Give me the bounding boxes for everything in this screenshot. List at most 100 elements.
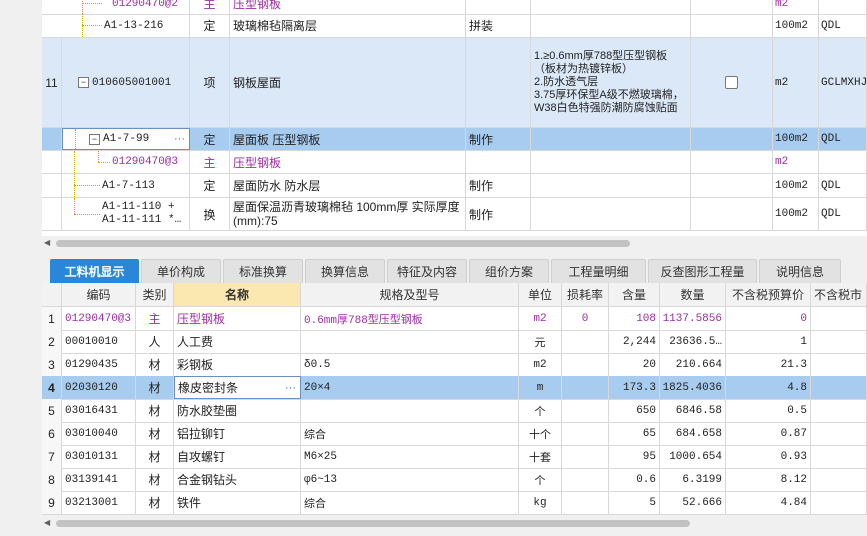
row-index[interactable]: 6 (42, 422, 62, 445)
cell-cat[interactable]: 人 (136, 330, 174, 353)
scroll-left-icon[interactable]: ◀ (44, 517, 50, 529)
more-icon[interactable]: ··· (174, 133, 185, 145)
cell-price[interactable]: 0.93 (726, 445, 811, 468)
cell-spec[interactable] (301, 399, 519, 422)
tree-row-active[interactable]: − A1-7-99 ··· 定 屋面板 压型钢板 制作 100m2 QDL (42, 128, 867, 151)
tab-unit-price[interactable]: 单价构成 (141, 259, 221, 283)
cell-price[interactable]: 0.5 (726, 399, 811, 422)
cell-qty[interactable]: 2,244 (609, 330, 660, 353)
cell-market[interactable] (811, 399, 867, 422)
row-index[interactable]: 4 (42, 376, 62, 399)
cell-loss[interactable] (562, 330, 609, 353)
cell-spec[interactable]: φ6~13 (301, 468, 519, 491)
col-category[interactable]: 类别 (136, 283, 174, 306)
cell-code[interactable]: 01290470@3 (62, 307, 136, 330)
collapse-icon[interactable]: − (78, 77, 89, 88)
cell-amount[interactable]: 1137.5856 (660, 307, 726, 330)
cell-amount[interactable]: 52.666 (660, 491, 726, 514)
cell-qty[interactable]: 5 (609, 491, 660, 514)
cell-code[interactable]: 00010010 (62, 330, 136, 353)
cell-loss[interactable] (562, 422, 609, 445)
cell-name[interactable]: 自攻螺钉 (174, 445, 301, 468)
cell-unit[interactable]: m2 (519, 353, 562, 376)
cell-qty[interactable]: 650 (609, 399, 660, 422)
cell-loss[interactable]: 0 (562, 307, 609, 330)
cell-name[interactable]: 铝拉铆钉 (174, 422, 301, 445)
cell-name[interactable]: 防水胶垫圈 (174, 399, 301, 422)
cell-price[interactable]: 21.3 (726, 353, 811, 376)
col-budget-price[interactable]: 不含税预算价 (726, 283, 811, 306)
cell-code[interactable]: 03010040 (62, 422, 136, 445)
material-grid[interactable]: 编码 类别 名称 规格及型号 单位 损耗率 含量 数量 不含税预算价 不含税市 … (42, 283, 867, 515)
cell-cat[interactable]: 材 (136, 376, 174, 399)
tab-features[interactable]: 特征及内容 (387, 259, 467, 283)
cell-loss[interactable] (562, 445, 609, 468)
cell-price[interactable]: 4.84 (726, 491, 811, 514)
cell-unit[interactable]: m (519, 376, 562, 399)
bottom-horizontal-scrollbar[interactable]: ◀ (42, 517, 867, 529)
cell-market[interactable] (811, 376, 867, 399)
table-row[interactable]: 9 03213001 材铁件 综合 kg 5 52.666 4.84 (42, 491, 867, 515)
row-index[interactable]: 1 (42, 307, 62, 330)
cell-market[interactable] (811, 330, 867, 353)
col-content[interactable]: 含量 (609, 283, 660, 306)
tree-row[interactable]: A1-11-110 + A1-11-111 *… 换 屋面保温沥青玻璃棉毡 10… (42, 198, 867, 231)
cell-loss[interactable] (562, 491, 609, 514)
more-icon[interactable]: ··· (285, 382, 296, 394)
cell-name[interactable]: 铁件 (174, 491, 301, 514)
tree-row[interactable]: A1-13-216 定 玻璃棉毡隔离层 拼装 100m2 QDL (42, 14, 867, 38)
col-loss[interactable]: 损耗率 (562, 283, 609, 306)
cell-unit[interactable]: kg (519, 491, 562, 514)
cell-code[interactable]: 03213001 (62, 491, 136, 514)
col-name[interactable]: 名称 (174, 283, 301, 306)
table-row[interactable]: 8 03139141 材合金钢钻头 φ6~13 个 0.6 6.3199 8.12 (42, 468, 867, 492)
cell-code[interactable]: 01290435 (62, 353, 136, 376)
cell-cat[interactable]: 材 (136, 353, 174, 376)
row-index[interactable]: 9 (42, 491, 62, 514)
cell-spec[interactable] (301, 330, 519, 353)
cell-price[interactable]: 4.8 (726, 376, 811, 399)
cell-spec[interactable]: 0.6mm厚788型压型钢板 (301, 307, 519, 330)
cell-price[interactable]: 0 (726, 307, 811, 330)
table-row[interactable]: 6 03010040 材铝拉铆钉 综合 十个 65 684.658 0.87 (42, 422, 867, 446)
cell-cat[interactable]: 材 (136, 491, 174, 514)
cell-market[interactable] (811, 422, 867, 445)
scroll-left-icon[interactable]: ◀ (44, 237, 50, 249)
cell-amount[interactable]: 6.3199 (660, 468, 726, 491)
cell-spec[interactable]: 综合 (301, 422, 519, 445)
row-index[interactable]: 2 (42, 330, 62, 353)
cell-name[interactable]: 人工费 (174, 330, 301, 353)
cell-loss[interactable] (562, 468, 609, 491)
tree-row-selected[interactable]: 11 − 010605001001 项 钢板屋面 1.≥0.6mm厚788型压型… (42, 38, 867, 128)
cell-name[interactable]: 合金钢钻头 (174, 468, 301, 491)
cell-cat[interactable]: 材 (136, 422, 174, 445)
cell-unit[interactable]: 个 (519, 399, 562, 422)
cell-amount[interactable]: 1825.4036 (660, 376, 726, 399)
cell-amount[interactable]: 210.664 (660, 353, 726, 376)
cell-loss[interactable] (562, 353, 609, 376)
cell-price[interactable]: 0.87 (726, 422, 811, 445)
table-row[interactable]: 3 01290435 材彩钢板 δ0.5 m2 20 210.664 21.3 (42, 353, 867, 377)
cell-spec[interactable]: δ0.5 (301, 353, 519, 376)
tab-material[interactable]: 工料机显示 (50, 259, 139, 283)
tree-row[interactable]: A1-7-113 定 屋面防水 防水层 制作 100m2 QDL (42, 174, 867, 198)
col-unit[interactable]: 单位 (519, 283, 562, 306)
cell-qty[interactable]: 20 (609, 353, 660, 376)
tab-notes[interactable]: 说明信息 (759, 259, 841, 283)
cell-code[interactable]: 03016431 (62, 399, 136, 422)
table-row[interactable]: 1 01290470@3 主压型钢板 0.6mm厚788型压型钢板 m2 0 108 1137… (42, 307, 867, 331)
cell-amount[interactable]: 684.658 (660, 422, 726, 445)
tab-standard-conversion[interactable]: 标准换算 (223, 259, 303, 283)
scroll-thumb[interactable] (56, 520, 690, 527)
cell-market[interactable] (811, 307, 867, 330)
cell-cat[interactable]: 材 (136, 468, 174, 491)
tree-row[interactable]: 01290470@3 主 压型钢板 m2 (42, 151, 867, 174)
cell-qty[interactable]: 95 (609, 445, 660, 468)
table-row[interactable]: 7 03010131 材自攻螺钉 M6×25 十套 95 1000.654 0.93 (42, 445, 867, 469)
collapse-icon[interactable]: − (89, 134, 100, 145)
cell-loss[interactable] (562, 399, 609, 422)
cell-spec[interactable]: 20×4 (301, 376, 519, 399)
cell-qty[interactable]: 65 (609, 422, 660, 445)
col-amount[interactable]: 数量 (660, 283, 726, 306)
item-tree-grid[interactable]: 01290470@2 主 压型钢板 m2 A1-13-216 定 玻璃棉毡隔离层… (42, 0, 867, 236)
